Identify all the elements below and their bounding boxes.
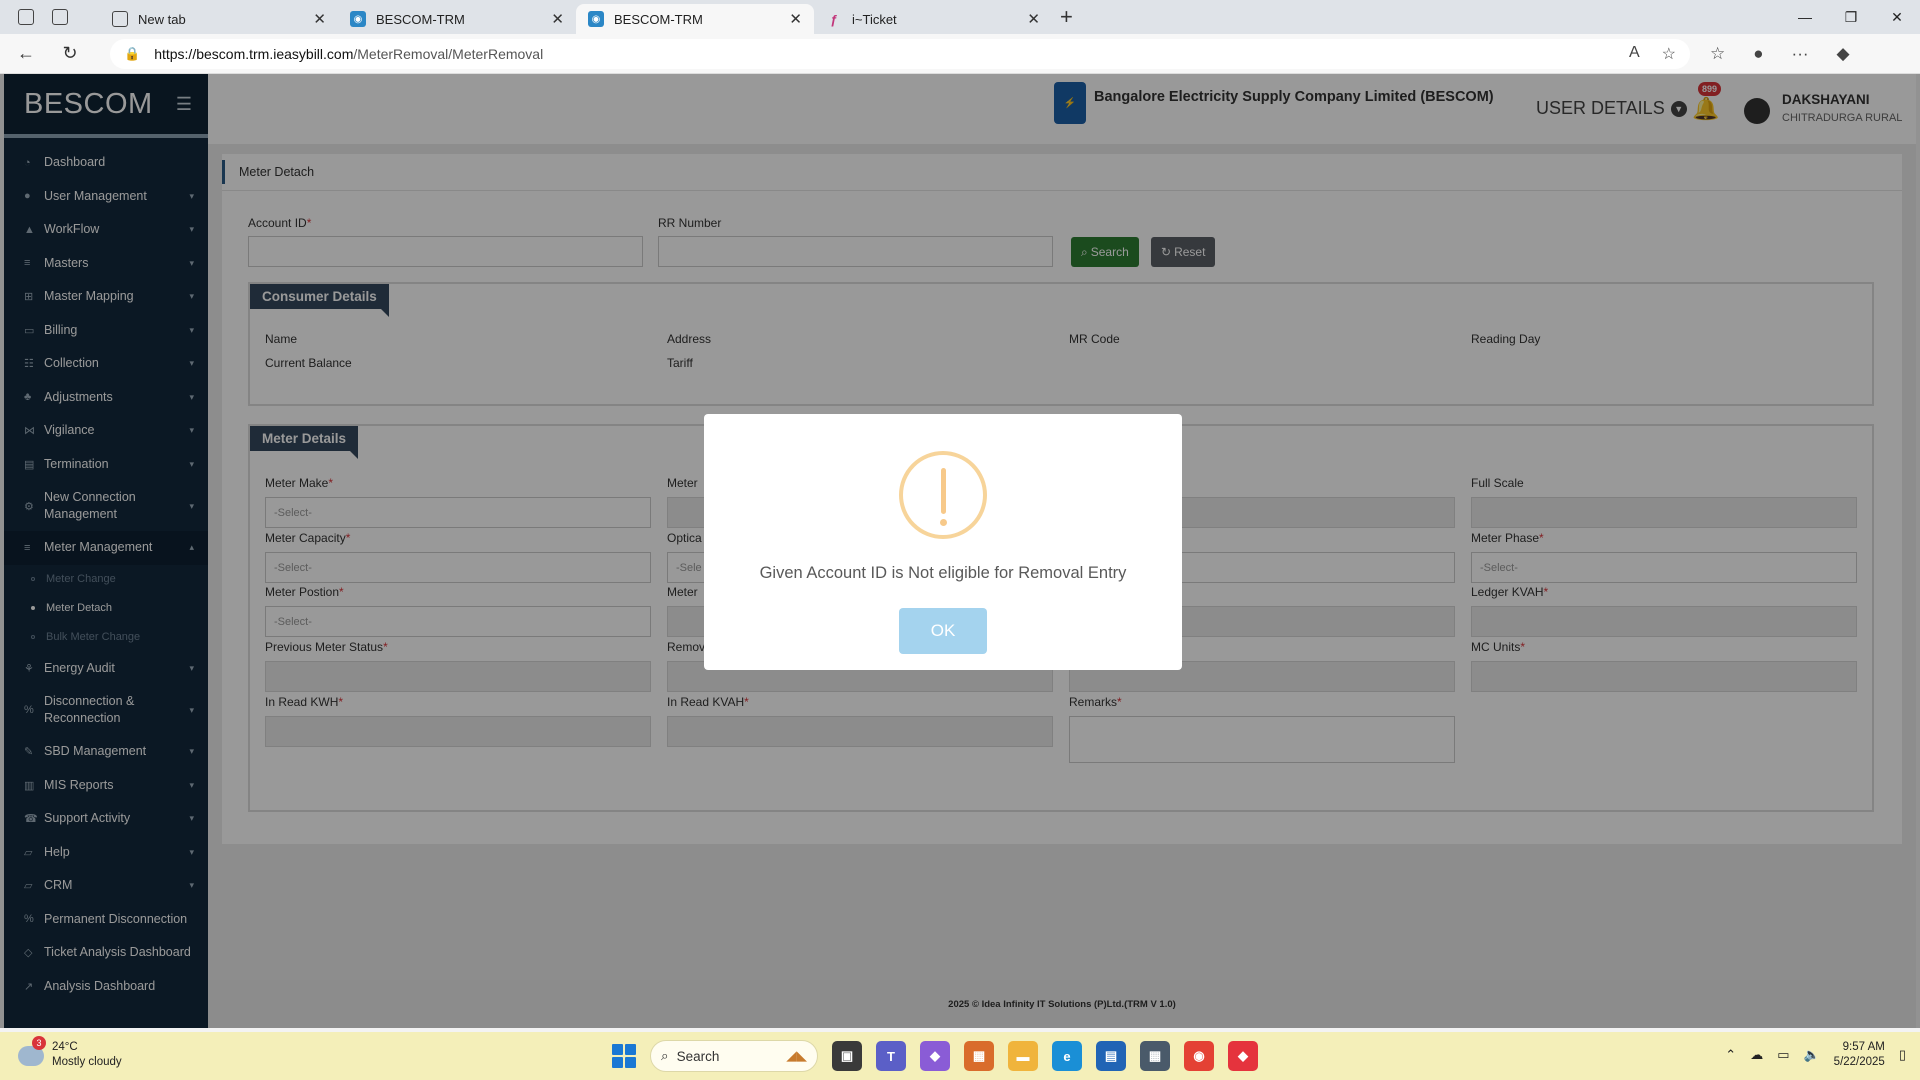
search-highlight-icon: ◢◣ <box>786 1048 807 1063</box>
windows-taskbar: 3 24°C Mostly cloudy ⌕ Search ◢◣ ▣ T ◆ ▦… <box>0 1032 1920 1080</box>
alert-message: Given Account ID is Not eligible for Rem… <box>759 564 1127 582</box>
close-icon[interactable]: ✕ <box>313 10 326 28</box>
refresh-icon[interactable]: ↻ <box>52 43 88 64</box>
teams-icon[interactable]: T <box>876 1041 906 1071</box>
url-host: https://bescom.trm.ieasybill.com <box>154 45 354 62</box>
profile-icon[interactable]: ● <box>1753 44 1763 64</box>
weather-condition: Mostly cloudy <box>52 1056 122 1068</box>
weather-badge: 3 <box>32 1036 46 1050</box>
tab-label: i~Ticket <box>852 11 897 27</box>
url-path: /MeterRemoval/MeterRemoval <box>353 45 544 62</box>
address-bar-row: ← ↻ 🔒 https://bescom.trm.ieasybill.com/M… <box>0 34 1920 74</box>
tab-label: BESCOM-TRM <box>376 11 465 27</box>
clock[interactable]: 9:57 AM 5/22/2025 <box>1834 1040 1885 1070</box>
weather-temp: 24°C <box>52 1041 78 1053</box>
lock-icon: 🔒 <box>124 45 141 61</box>
close-icon[interactable]: ✕ <box>551 10 564 28</box>
more-icon[interactable]: ··· <box>1792 44 1809 64</box>
iticket-favicon: ƒ <box>830 11 838 27</box>
tab-actions-icon[interactable] <box>52 9 68 25</box>
url-field[interactable]: 🔒 https://bescom.trm.ieasybill.com/Meter… <box>110 38 1690 69</box>
close-icon[interactable]: ✕ <box>789 10 802 28</box>
taskbar-search[interactable]: ⌕ Search ◢◣ <box>650 1040 818 1072</box>
browser-tab-bar: New tab ✕ ◉ BESCOM-TRM ✕ ◉ BESCOM-TRM ✕ … <box>0 0 1920 34</box>
store-bag-icon[interactable]: ▦ <box>964 1041 994 1071</box>
back-icon[interactable]: ← <box>8 43 44 64</box>
close-window-icon[interactable]: ✕ <box>1874 0 1920 34</box>
browser-tab-bescom-2[interactable]: ◉ BESCOM-TRM ✕ <box>576 4 814 34</box>
clock-date: 5/22/2025 <box>1833 1056 1885 1068</box>
notification-icon[interactable]: ▯ <box>1899 1047 1906 1063</box>
system-tray: ⌃ ☁ ▭ 🔈 9:57 AM 5/22/2025 ▯ <box>1725 1040 1906 1070</box>
bescom-favicon: ◉ <box>350 11 366 27</box>
file-explorer-icon[interactable]: ▬ <box>1008 1041 1038 1071</box>
ok-button[interactable]: OK <box>899 608 987 654</box>
tab-label: New tab <box>138 11 186 27</box>
onedrive-icon[interactable]: ☁ <box>1750 1047 1763 1063</box>
network-icon[interactable]: ▭ <box>1777 1047 1789 1063</box>
taskbar-search-label: Search <box>676 1048 720 1064</box>
ms-store-icon[interactable]: ▤ <box>1096 1041 1126 1071</box>
tab-label: BESCOM-TRM <box>614 11 703 27</box>
windows-start-icon[interactable] <box>612 1044 636 1068</box>
search-icon: ⌕ <box>661 1048 669 1063</box>
chevron-up-icon[interactable]: ⌃ <box>1725 1047 1736 1063</box>
calculator-icon[interactable]: ▦ <box>1140 1041 1170 1071</box>
alert-dialog: Given Account ID is Not eligible for Rem… <box>704 414 1182 670</box>
favorites-icon[interactable]: ☆ <box>1710 44 1725 64</box>
browser-tab-new[interactable]: New tab ✕ <box>100 4 338 34</box>
clock-time: 9:57 AM <box>1842 1041 1885 1053</box>
chrome-icon[interactable]: ◉ <box>1184 1041 1214 1071</box>
cloud-icon: 3 <box>18 1036 46 1066</box>
volume-icon[interactable]: 🔈 <box>1803 1047 1819 1063</box>
copilot-icon[interactable]: ◆ <box>1837 44 1850 64</box>
new-tab-button[interactable]: + <box>1060 4 1073 30</box>
edge-icon[interactable]: e <box>1052 1041 1082 1071</box>
browser-tab-bescom-1[interactable]: ◉ BESCOM-TRM ✕ <box>338 4 576 34</box>
copilot-app-icon[interactable]: ◆ <box>920 1041 950 1071</box>
newtab-icon <box>112 11 128 27</box>
weather-widget[interactable]: 3 24°C Mostly cloudy <box>18 1036 122 1070</box>
restore-icon[interactable]: ❐ <box>1828 0 1874 34</box>
browser-tab-iticket[interactable]: ƒ i~Ticket ✕ <box>814 4 1052 34</box>
minimize-icon[interactable]: — <box>1782 0 1828 34</box>
bescom-favicon: ◉ <box>588 11 604 27</box>
anydesk-icon[interactable]: ◆ <box>1228 1041 1258 1071</box>
read-aloud-icon[interactable]: A <box>1629 44 1640 64</box>
task-view-icon[interactable]: ▣ <box>832 1041 862 1071</box>
workspaces-icon[interactable] <box>18 9 34 25</box>
close-icon[interactable]: ✕ <box>1027 10 1040 28</box>
favorite-star-icon[interactable]: ☆ <box>1662 44 1676 64</box>
window-controls: — ❐ ✕ <box>1782 0 1920 34</box>
warning-icon <box>899 451 987 539</box>
taskbar-apps: ⌕ Search ◢◣ ▣ T ◆ ▦ ▬ e ▤ ▦ ◉ ◆ <box>612 1040 1258 1072</box>
